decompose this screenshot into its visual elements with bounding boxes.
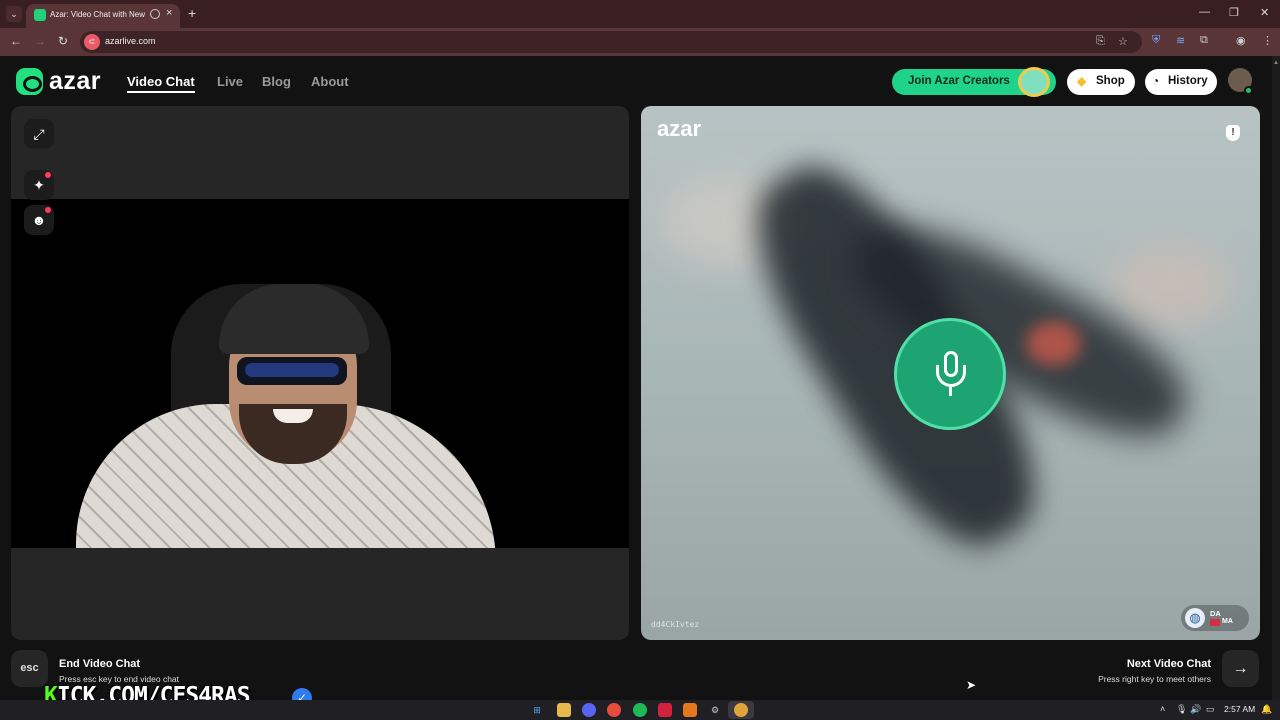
restore-button[interactable]: ❐ <box>1229 6 1239 19</box>
browser-tab[interactable]: Azar: Video Chat with New × <box>26 4 180 28</box>
azar-favicon-icon <box>34 9 46 21</box>
back-icon[interactable]: ← <box>10 34 22 48</box>
shop-button[interactable]: ◆ Shop <box>1067 69 1135 95</box>
chrome-active-icon[interactable] <box>734 703 748 717</box>
microphone-stand <box>949 386 952 396</box>
azar-logo-text[interactable]: azar <box>49 67 101 96</box>
browser-toolbar: ← → ↻ ⊂ azarlive.com ⎘ ☆ ⛨ ≋ ⧉ ◉ ⋮ <box>0 28 1280 56</box>
notification-bell-icon[interactable]: 🔔 <box>1261 704 1272 715</box>
expand-icon[interactable]: ⤢ <box>24 119 54 149</box>
profile-icon[interactable]: ◉ <box>1236 34 1246 47</box>
azar-logo-icon[interactable] <box>16 68 43 95</box>
extensions-icon[interactable]: ⧉ <box>1200 34 1208 47</box>
wave-extension-icon[interactable]: ≋ <box>1176 34 1185 47</box>
star-icon[interactable]: ☆ <box>1118 35 1128 48</box>
menu-icon[interactable]: ⋮ <box>1262 34 1273 47</box>
file-explorer-icon[interactable] <box>557 703 571 717</box>
join-creators-button[interactable]: Join Azar Creators <box>892 67 1056 97</box>
volume-icon[interactable]: 🔊 <box>1190 704 1201 715</box>
site-info-icon[interactable]: ⊂ <box>84 34 100 50</box>
nav-about[interactable]: About <box>311 74 349 89</box>
discord-icon[interactable] <box>582 703 596 717</box>
next-arrow-button[interactable]: → <box>1222 650 1259 687</box>
country-code: MA <box>1222 618 1233 625</box>
microphone-cup <box>936 365 966 387</box>
partner-azar-logo: azar <box>657 116 702 141</box>
history-label: History <box>1168 75 1208 87</box>
globe-icon: ◍ <box>1185 608 1205 628</box>
recording-icon <box>150 9 160 19</box>
forward-icon[interactable]: → <box>34 34 46 48</box>
clock-icon: ◔ <box>1152 74 1160 88</box>
address-bar[interactable]: ⊂ azarlive.com ⎘ ☆ <box>80 31 1142 53</box>
end-chat-esc-button[interactable]: esc <box>11 650 48 687</box>
scroll-up-arrow-icon[interactable]: ▲ <box>1273 60 1279 66</box>
minimize-button[interactable]: — <box>1199 6 1210 18</box>
nav-video-chat[interactable]: Video Chat <box>127 74 195 93</box>
tray-chevron-icon[interactable]: ˄ <box>1160 704 1165 714</box>
windows-taskbar: ⊞ ⚙ ˄ 🎙 🔊 ▭ 2:57 AM 🔔 <box>0 700 1280 720</box>
partner-video-panel: azar ! dd4CkIvtez ◍ DA MA <box>641 106 1260 640</box>
next-video-chat-hint: Press right key to meet others <box>1098 674 1211 684</box>
url-text: azarlive.com <box>105 36 156 46</box>
end-video-chat-title: End Video Chat <box>59 658 141 670</box>
online-status-dot <box>1244 86 1253 95</box>
join-creators-label: Join Azar Creators <box>908 75 1010 87</box>
new-tab-button[interactable]: + <box>188 5 196 21</box>
mic-tray-icon[interactable]: 🎙 <box>1176 704 1187 715</box>
microphone-button[interactable] <box>894 318 1006 430</box>
shop-label: Shop <box>1096 75 1125 87</box>
settings-icon[interactable]: ⚙ <box>708 703 722 717</box>
person-sunglasses <box>237 357 347 385</box>
effects-notification-dot <box>45 172 51 178</box>
shield-extension-icon[interactable]: ⛨ <box>1152 34 1160 47</box>
battery-icon[interactable]: ▭ <box>1206 704 1215 715</box>
app-icon[interactable] <box>658 703 672 717</box>
azar-page: azar Video Chat Live Blog About Join Aza… <box>0 56 1280 709</box>
browser-titlebar: ⌄ Azar: Video Chat with New × + — ❐ ✕ <box>0 0 1280 28</box>
history-button[interactable]: ◔ History <box>1145 69 1217 95</box>
blurred-cloud <box>1111 246 1231 326</box>
blurred-bird-head <box>1026 321 1081 366</box>
next-video-chat-title: Next Video Chat <box>1126 658 1211 670</box>
report-shield-icon[interactable]: ! <box>1226 125 1240 141</box>
self-video-panel: ⤢ ✦ ☻ <box>11 106 629 640</box>
chrome-icon[interactable] <box>607 703 621 717</box>
tab-close-icon[interactable]: × <box>166 7 172 19</box>
sticker-notification-dot <box>45 207 51 213</box>
start-icon[interactable]: ⊞ <box>530 703 544 717</box>
install-icon[interactable]: ⎘ <box>1096 35 1105 48</box>
app-icon[interactable] <box>683 703 697 717</box>
nav-blog[interactable]: Blog <box>262 74 291 89</box>
tab-title: Azar: Video Chat with New <box>50 10 146 19</box>
mouse-cursor-icon: ➤ <box>966 678 977 692</box>
partner-id: dd4CkIvtez <box>651 620 700 629</box>
page-scrollbar[interactable] <box>1272 56 1280 700</box>
system-clock[interactable]: 2:57 AM <box>1224 704 1255 714</box>
tab-search-button[interactable]: ⌄ <box>6 6 22 22</box>
spotify-icon[interactable] <box>633 703 647 717</box>
reload-icon[interactable]: ↻ <box>58 34 68 48</box>
self-camera-feed <box>11 199 629 548</box>
nav-live[interactable]: Live <box>217 74 243 89</box>
location-code: DA <box>1210 609 1221 618</box>
close-window-button[interactable]: ✕ <box>1260 6 1269 19</box>
creators-badge-icon <box>1018 67 1050 97</box>
gem-icon: ◆ <box>1077 74 1087 88</box>
partner-location-badge: ◍ DA MA <box>1181 605 1249 631</box>
country-flag-icon <box>1210 619 1220 626</box>
